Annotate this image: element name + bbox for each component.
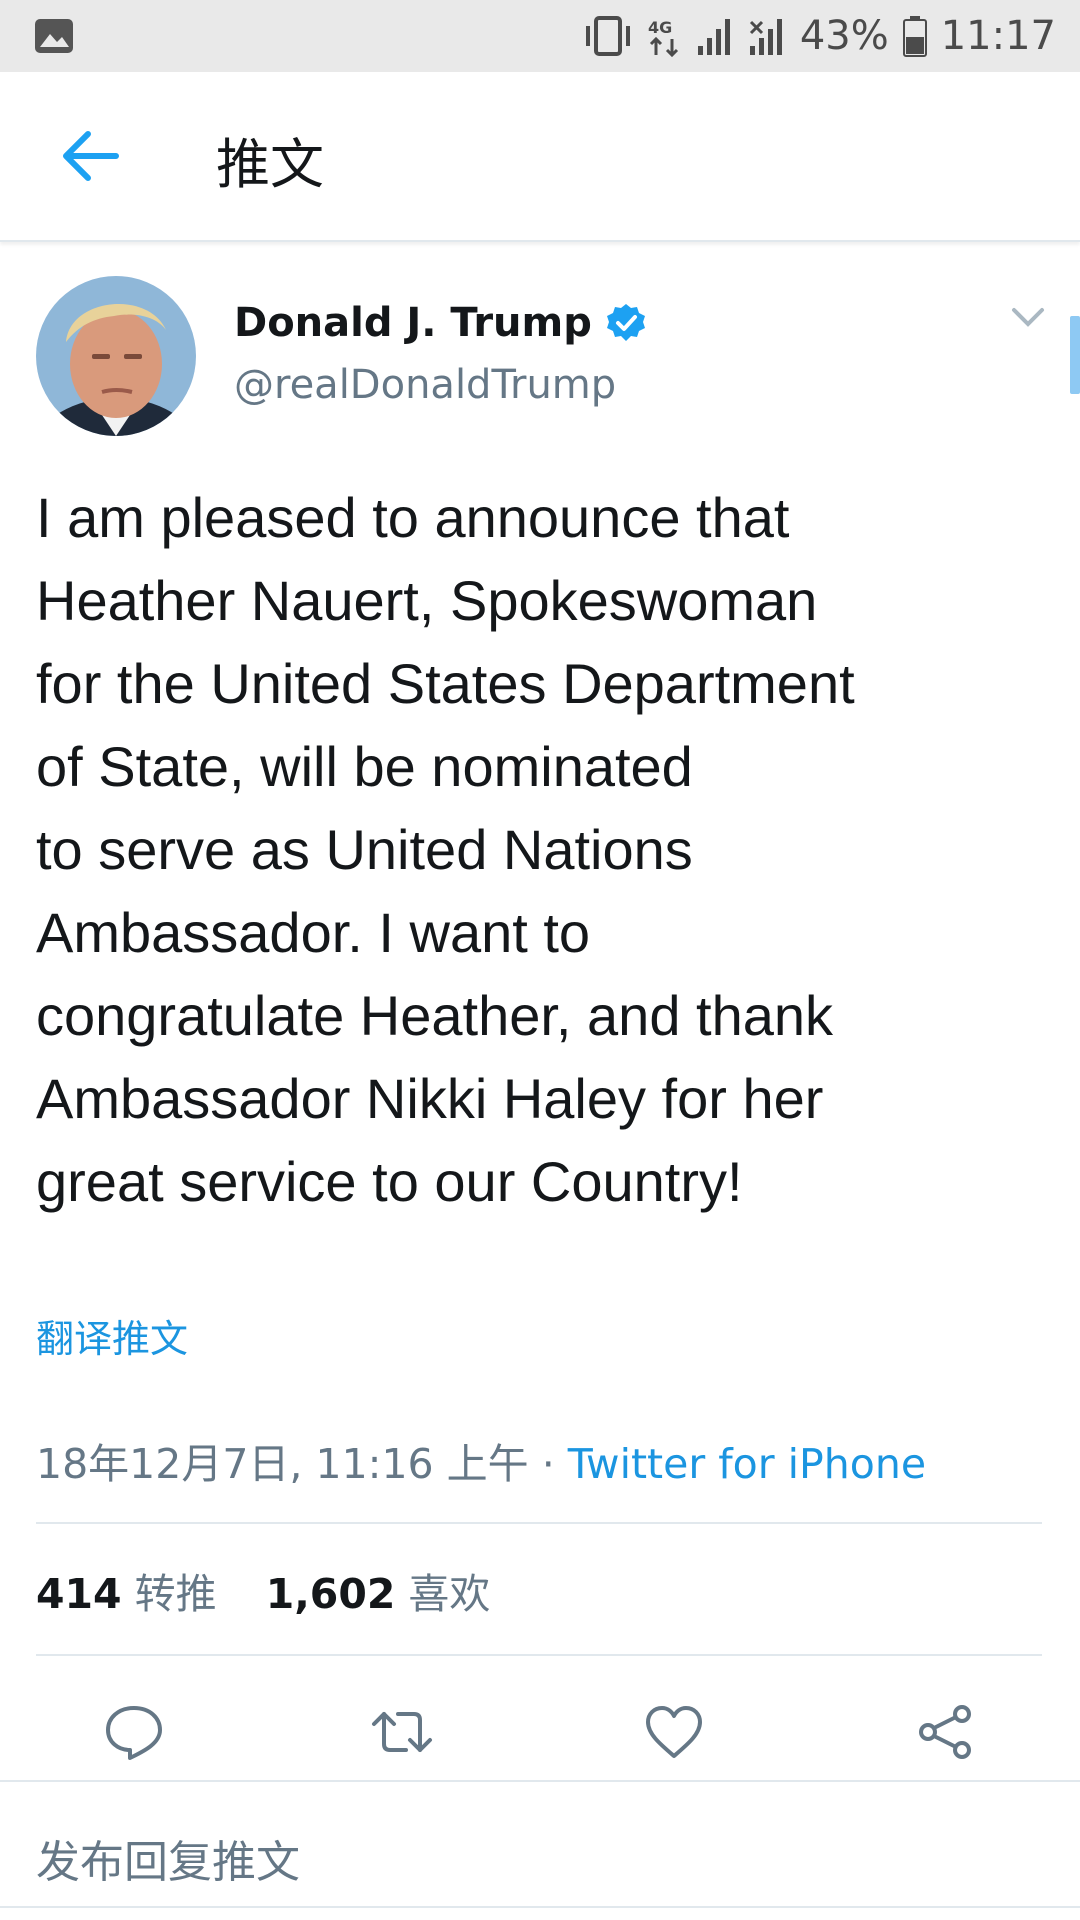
battery-percent: 43% [799, 13, 889, 59]
battery-icon [902, 15, 927, 57]
like-icon [646, 1706, 702, 1758]
scrollbar[interactable] [1070, 316, 1080, 394]
author-name: Donald J. Trump [234, 300, 592, 346]
vibrate-icon [582, 15, 634, 57]
retweets-stat[interactable]: 414 转推 [36, 1570, 217, 1618]
divider [0, 1906, 1080, 1908]
tweet-menu-button[interactable] [1008, 302, 1048, 332]
svg-text:4G: 4G [648, 18, 672, 37]
signal-icon [696, 16, 734, 56]
verified-badge-icon [606, 303, 646, 343]
avatar-image [36, 276, 196, 436]
likes-count: 1,602 [265, 1570, 396, 1618]
tweet-source-link[interactable]: Twitter for iPhone [568, 1440, 926, 1488]
translate-tweet-link[interactable]: 翻译推文 [36, 1308, 188, 1363]
retweets-count: 414 [36, 1570, 122, 1618]
meta-separator: · [528, 1440, 568, 1488]
share-icon [919, 1705, 971, 1759]
author-handle[interactable]: @realDonaldTrump [234, 362, 616, 408]
divider [36, 1654, 1042, 1656]
top-app-bar: 推文 [0, 72, 1080, 242]
reply-icon [106, 1706, 162, 1760]
page-title: 推文 [216, 133, 324, 196]
tweet-timestamp: 18年12月7日, 11:16 上午 [36, 1440, 529, 1488]
like-button[interactable] [642, 1700, 706, 1764]
retweets-label: 转推 [134, 1570, 217, 1618]
author-name-row[interactable]: Donald J. Trump [234, 300, 646, 346]
back-button[interactable] [58, 128, 122, 184]
tweet-stats: 414 转推 1,602 喜欢 [36, 1560, 526, 1620]
likes-stat[interactable]: 1,602 喜欢 [266, 1570, 491, 1618]
avatar[interactable] [36, 276, 196, 436]
gallery-notification-icon [34, 18, 74, 54]
divider [0, 1780, 1080, 1782]
reply-input[interactable]: 发布回复推文 [36, 1826, 300, 1890]
status-time: 11:17 [940, 13, 1056, 59]
retweet-icon [372, 1712, 432, 1752]
chevron-down-icon [1012, 308, 1044, 327]
status-bar: 4G 43% 11:17 [0, 0, 1080, 72]
tweet-action-bar [0, 1700, 1080, 1784]
likes-label: 喜欢 [408, 1570, 491, 1618]
signal-no-sim-icon [748, 16, 786, 56]
tweet-text: I am pleased to announce that Heather Na… [36, 486, 855, 1213]
tweet-meta: 18年12月7日, 11:16 上午 · Twitter for iPhone [36, 1430, 926, 1490]
arrow-left-icon [63, 131, 119, 181]
retweet-button[interactable] [370, 1700, 434, 1764]
reply-button[interactable] [102, 1700, 166, 1764]
data-transfer-icon: 4G [648, 15, 682, 57]
share-button[interactable] [914, 1700, 978, 1764]
divider [36, 1522, 1042, 1524]
